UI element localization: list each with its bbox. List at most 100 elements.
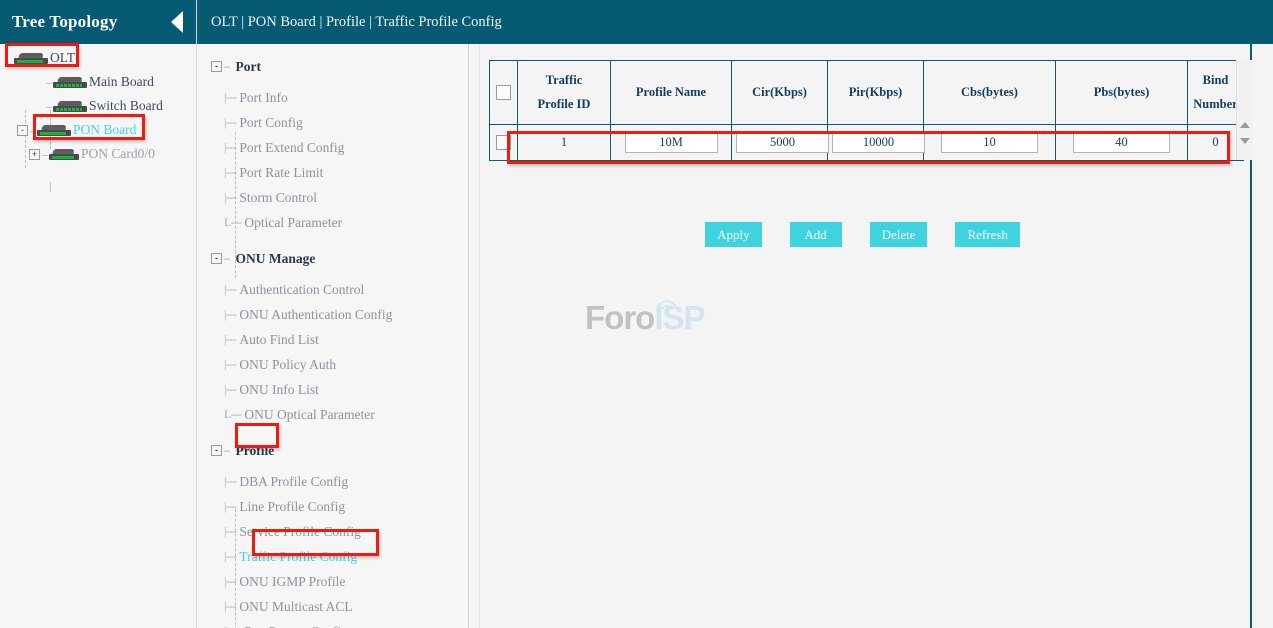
nav-expander-minus-icon[interactable]: - (211, 445, 222, 456)
nav-item-label: Port Config (239, 115, 302, 131)
nav-dash-icon: – (224, 251, 230, 266)
table-header-label-line2: Profile ID (538, 97, 591, 111)
device-board-icon (53, 100, 87, 113)
triangle-up-icon[interactable] (1240, 122, 1250, 128)
application-window: Tree Topology OLT – (0, 0, 1273, 628)
sidebar-item-switch-board[interactable]: – Switch Board (0, 94, 196, 118)
nav-item-onu-policy-auth[interactable]: |--- ONU Policy Auth (198, 352, 468, 377)
table-header-traffic-profile-id: Traffic Profile ID (518, 61, 611, 125)
nav-item-traffic-profile-config[interactable]: |--- Traffic Profile Config (198, 544, 468, 569)
nav-group-profile: - – Profile |--- DBA Profile Config |---… (198, 438, 468, 628)
nav-item-port-extend-config[interactable]: |--- Port Extend Config (198, 135, 468, 160)
table-header-profile-name: Profile Name (611, 61, 732, 125)
nav-item-label: ONU Multicast ACL (239, 599, 352, 615)
table-header-label-line1: Bind (1203, 73, 1229, 87)
nav-item-label: ONU Info List (239, 382, 319, 398)
nav-item-dba-profile-config[interactable]: |--- DBA Profile Config (198, 469, 468, 494)
sidebar-item-label: Switch Board (89, 98, 163, 114)
nav-item-optical-parameter[interactable]: L--- Optical Parameter (198, 210, 468, 235)
nav-item-onu-optical-parameter[interactable]: L--- ONU Optical Parameter (198, 402, 468, 427)
nav-item-service-profile-config[interactable]: |--- Service Profile Config (198, 519, 468, 544)
nav-group-label: Port (233, 59, 261, 75)
sidebar-collapse-button[interactable] (164, 7, 190, 37)
nav-item-label: DBA Profile Config (239, 474, 348, 490)
nav-branch-icon: |--- (224, 307, 236, 322)
tree-topology-sidebar: Tree Topology OLT – (0, 0, 197, 628)
cell-profile-name (611, 125, 732, 161)
nav-branch-icon: |--- (224, 140, 236, 155)
nav-group-port: - – Port |--- Port Info |--- Port Config… (198, 54, 468, 235)
device-tree: OLT – Main Board – Switch Board - (0, 44, 196, 166)
sidebar-item-pon-card[interactable]: + – PON Card0/0 (0, 142, 196, 166)
nav-item-pon-protect-config[interactable]: L--- Pon Protect Config (198, 619, 468, 628)
nav-item-onu-multicast-acl[interactable]: |--- ONU Multicast ACL (198, 594, 468, 619)
nav-item-label: Authentication Control (239, 282, 364, 298)
nav-expander-minus-icon[interactable]: - (211, 253, 222, 264)
row-select-cell (490, 125, 518, 161)
nav-item-auto-find-list[interactable]: |--- Auto Find List (198, 327, 468, 352)
nav-item-port-config[interactable]: |--- Port Config (198, 110, 468, 135)
cir-input[interactable] (736, 133, 829, 153)
nav-branch-icon: |--- (224, 282, 236, 297)
nav-item-port-rate-limit[interactable]: |--- Port Rate Limit (198, 160, 468, 185)
sidebar-item-pon-board[interactable]: - – PON Board (0, 118, 196, 142)
nav-item-onu-info-list[interactable]: |--- ONU Info List (198, 377, 468, 402)
nav-item-port-info[interactable]: |--- Port Info (198, 85, 468, 110)
action-button-row: Apply Add Delete Refresh (489, 222, 1236, 247)
sidebar-item-main-board[interactable]: – Main Board (0, 70, 196, 94)
apply-button[interactable]: Apply (705, 222, 762, 247)
tree-expander-plus-icon[interactable]: + (29, 149, 40, 160)
add-button[interactable]: Add (790, 222, 842, 247)
table-scrollbar[interactable] (1236, 60, 1253, 160)
device-card-icon (49, 148, 79, 161)
nav-branch-icon: |--- (224, 549, 236, 564)
pir-input[interactable] (832, 133, 925, 153)
table-row: 1 (490, 125, 1244, 161)
table-header-cir: Cir(Kbps) (732, 61, 828, 125)
sidebar-item-olt[interactable]: OLT (0, 46, 196, 70)
nav-branch-icon: |--- (224, 382, 236, 397)
table-header-cbs: Cbs(bytes) (924, 61, 1056, 125)
sidebar-header: Tree Topology (0, 0, 196, 44)
nav-branch-icon: |--- (224, 357, 236, 372)
table-header-row: Traffic Profile ID Profile Name Cir(Kbps… (490, 61, 1244, 125)
pbs-input[interactable] (1073, 133, 1170, 153)
sidebar-item-label: PON Card0/0 (81, 146, 155, 162)
nav-expander-minus-icon[interactable]: - (211, 61, 222, 72)
nav-item-onu-igmp-profile[interactable]: |--- ONU IGMP Profile (198, 569, 468, 594)
nav-branch-icon: |--- (224, 332, 236, 347)
cell-traffic-profile-id: 1 (518, 125, 611, 161)
nav-item-label: Optical Parameter (244, 215, 342, 231)
cell-cir (732, 125, 828, 161)
nav-item-storm-control[interactable]: |--- Storm Control (198, 185, 468, 210)
main-content: Traffic Profile ID Profile Name Cir(Kbps… (470, 44, 1273, 628)
tree-dash-icon: – (30, 123, 35, 138)
nav-group-header-port[interactable]: - – Port (198, 54, 468, 79)
delete-button[interactable]: Delete (870, 222, 928, 247)
watermark-text-primary: Foro (585, 299, 654, 336)
table-header-pir: Pir(Kbps) (828, 61, 924, 125)
breadcrumb-bar: OLT | PON Board | Profile | Traffic Prof… (197, 0, 1273, 44)
nav-branch-icon: |--- (224, 599, 236, 614)
select-all-checkbox[interactable] (496, 85, 511, 100)
nav-item-line-profile-config[interactable]: |--- Line Profile Config (198, 494, 468, 519)
device-board-icon (37, 124, 71, 137)
refresh-button[interactable]: Refresh (955, 222, 1019, 247)
nav-item-onu-authentication-config[interactable]: |--- ONU Authentication Config (198, 302, 468, 327)
profile-name-input[interactable] (625, 133, 718, 153)
triangle-down-icon[interactable] (1240, 138, 1250, 144)
nav-group-header-profile[interactable]: - – Profile (198, 438, 468, 463)
nav-branch-icon: |--- (224, 574, 236, 589)
nav-item-authentication-control[interactable]: |--- Authentication Control (198, 277, 468, 302)
nav-item-label: ONU Optical Parameter (244, 407, 374, 423)
cell-cbs (924, 125, 1056, 161)
row-checkbox[interactable] (496, 135, 511, 150)
tree-expander-minus-icon[interactable]: - (17, 125, 28, 136)
watermark-logo: ForoISP (585, 294, 711, 342)
traffic-profile-table-wrapper: Traffic Profile ID Profile Name Cir(Kbps… (489, 60, 1245, 161)
cbs-input[interactable] (941, 133, 1038, 153)
nav-item-label: Traffic Profile Config (239, 549, 357, 565)
nav-group-header-onu-manage[interactable]: - – ONU Manage (198, 246, 468, 271)
nav-group-onu-manage: - – ONU Manage |--- Authentication Contr… (198, 246, 468, 427)
table-header-label-line1: Traffic (546, 73, 583, 87)
